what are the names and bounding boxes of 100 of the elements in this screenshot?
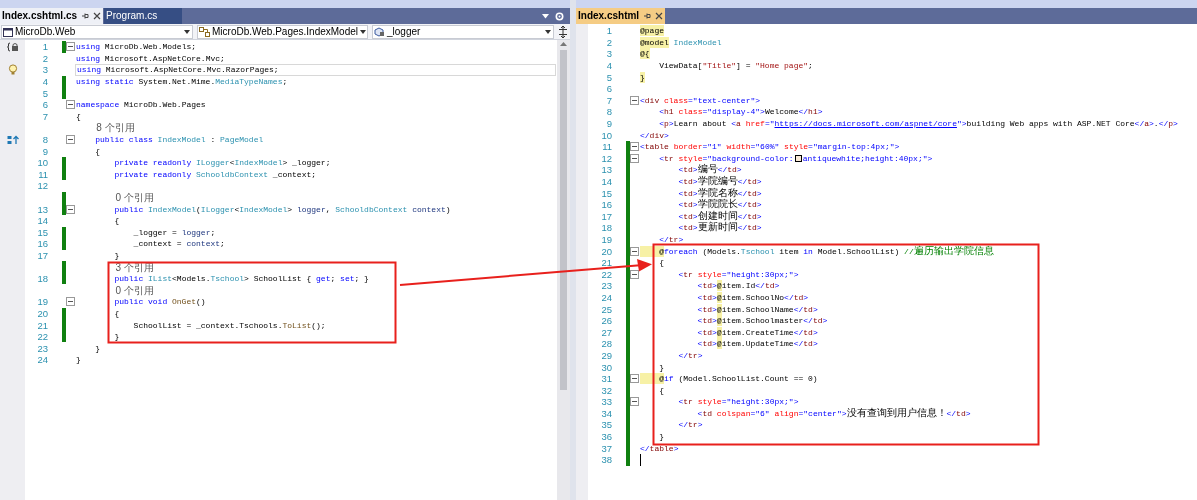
line-number: 21 [601,257,612,269]
code-line: <td>@item.UpdateTime</td> [696,338,818,350]
tab-label[interactable]: Index.cshtml [578,10,640,22]
lightbulb-icon[interactable] [7,64,18,76]
caret-icon[interactable] [184,29,190,34]
code-line: <td>学院名称</td> [677,187,762,199]
tab-label[interactable]: Program.cs [106,10,158,22]
tab[interactable]: Index.cshtml [576,8,666,24]
collapse-icon[interactable] [630,153,639,163]
caret-icon[interactable] [545,29,551,34]
scrollbar-thumb[interactable] [560,50,567,390]
line-number: 26 [601,315,612,327]
scrollbar[interactable] [557,40,570,500]
dropdown[interactable]: _logger [372,24,554,39]
code-line: { [75,110,81,123]
line-number: 18 [37,273,48,285]
code-line: ViewData["Title"] = "Home page"; [658,60,813,72]
line-number: 19 [37,296,48,308]
collapse-icon[interactable] [630,246,639,256]
code-line: namespace MicroDb.Web.Pages [75,99,206,111]
line-number: 10 [37,157,48,169]
dropdown[interactable]: MicroDb.Web.Pages.IndexModel [197,24,368,39]
line-number: 1 [606,25,612,37]
line-number: 33 [601,396,612,408]
scroll-up-icon[interactable] [560,42,567,46]
collapse-icon[interactable] [630,269,639,279]
code-line: <td>编号</td> [677,164,742,176]
collapse-icon[interactable] [630,95,639,105]
code-line: <td>学院编号</td> [677,175,762,188]
line-number: 6 [42,99,48,111]
line-number: 16 [601,199,612,211]
code-line: @model IndexModel [639,36,722,49]
line-number: 28 [601,338,612,350]
line-number: 23 [601,280,612,292]
line-number: 22 [37,331,48,343]
line-number: 8 [606,106,612,118]
line-number: 37 [601,442,612,454]
reference-count[interactable]: 0 个引用 [115,284,154,296]
code-line: <td>@item.CreateTime</td> [696,326,818,339]
line-number: 13 [37,203,48,215]
override-icon[interactable] [6,134,19,145]
code-line: </table> [639,442,679,454]
tab[interactable]: Program.cs [104,8,183,24]
dropdown-value[interactable]: _logger [387,25,543,38]
line-number: 17 [601,210,612,222]
reference-count[interactable]: 3 个引用 [115,261,154,273]
code-line: <td>@item.SchoolName</td> [696,303,818,315]
line-number: 27 [601,326,612,338]
code-line: <td colspan="6" align="center">没有查询到用户信息！</td> [696,407,971,420]
pin-icon[interactable] [643,12,652,20]
code-line: { [658,257,664,269]
pin-icon[interactable] [81,12,90,20]
code-line: { [113,215,120,227]
code-line: } [658,361,664,373]
split-icon[interactable] [558,25,568,38]
line-number: 20 [37,307,48,319]
code-line: private readonly SchooldbContext _context; [113,168,317,181]
caret-icon[interactable] [360,29,366,34]
tab[interactable]: Index.cshtml.cs [0,8,104,24]
line-number: 11 [602,141,612,153]
dropdown[interactable]: MicroDb.Web [1,24,193,39]
line-number: 23 [37,342,48,354]
code-line: <td>创建时间</td> [677,210,762,222]
line-number: 29 [601,349,612,361]
dropdown-value[interactable]: MicroDb.Web.Pages.IndexModel [212,25,358,38]
collapse-icon[interactable] [66,135,75,145]
reference-count[interactable]: 0 个引用 [115,192,154,203]
dropdown-value[interactable]: MicroDb.Web [15,25,182,38]
line-number: 32 [601,384,612,396]
code-line: } [658,431,664,443]
line-number: 31 [601,373,612,385]
collapse-icon[interactable] [630,374,639,384]
line-number: 19 [601,234,612,245]
line-number: 20 [601,245,612,257]
close-icon[interactable] [93,12,102,20]
close-icon[interactable] [655,12,664,20]
code-line: </tr> [677,349,703,362]
collapse-icon[interactable] [630,397,639,407]
tab-label[interactable]: Index.cshtml.cs [2,10,78,22]
line-number: 10 [601,129,612,141]
reference-count[interactable]: 8 个引用 [96,122,135,134]
line-number: 7 [42,110,48,122]
code-line: } [75,354,81,366]
settings-icon[interactable] [555,11,564,21]
collapse-icon[interactable] [66,100,75,110]
collapse-icon[interactable] [630,142,639,152]
line-number: 17 [37,250,48,261]
collapse-icon[interactable] [66,297,75,307]
line-number: 9 [606,118,612,130]
line-number: 35 [601,419,612,431]
line-number: 4 [42,76,48,88]
collapse-icon[interactable] [66,42,75,52]
window-icon [3,26,13,37]
line-number: 11 [38,168,48,180]
code-line: <tr style="height:30px;"> [677,396,799,408]
code-line: <td>@item.Id</td> [696,280,780,292]
collapse-icon[interactable] [66,204,75,214]
line-number: 5 [606,71,612,83]
line-number: 8 [42,134,48,146]
code-line: <div class="text-center"> [639,94,761,107]
